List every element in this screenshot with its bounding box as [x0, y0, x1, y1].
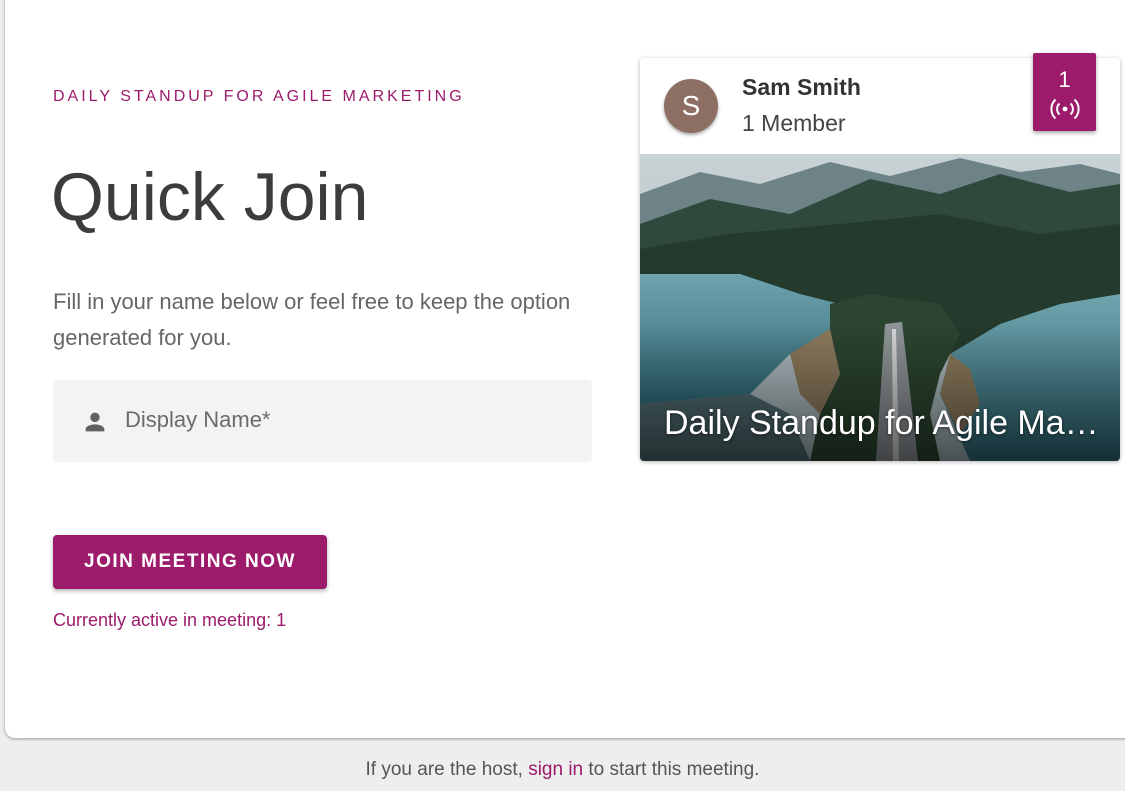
live-participant-count: 1	[1058, 67, 1071, 92]
host-name: Sam Smith	[742, 74, 861, 100]
avatar: S	[664, 79, 718, 133]
meeting-image: Daily Standup for Agile Marketing	[640, 154, 1120, 461]
footer-text-before: If you are the host,	[365, 759, 529, 780]
host-footer: If you are the host, sign in to start th…	[0, 759, 1125, 781]
page-title: Quick Join	[51, 159, 369, 235]
person-icon	[85, 412, 105, 432]
display-name-input[interactable]	[125, 402, 565, 438]
member-count: 1 Member	[742, 110, 846, 136]
live-participants-badge[interactable]: 1	[1033, 53, 1096, 131]
sign-in-link[interactable]: sign in	[528, 759, 583, 780]
active-count-text: Currently active in meeting: 1	[53, 610, 287, 630]
broadcast-icon	[1050, 98, 1080, 120]
footer-text-after: to start this meeting.	[583, 759, 760, 780]
page-description: Fill in your name below or feel free to …	[53, 289, 571, 350]
display-name-field[interactable]	[53, 380, 592, 462]
meeting-image-title: Daily Standup for Agile Marketing	[664, 404, 1100, 442]
meeting-overline: DAILY STANDUP FOR AGILE MARKETING	[53, 88, 465, 105]
join-meeting-button[interactable]: JOIN MEETING NOW	[53, 535, 327, 589]
